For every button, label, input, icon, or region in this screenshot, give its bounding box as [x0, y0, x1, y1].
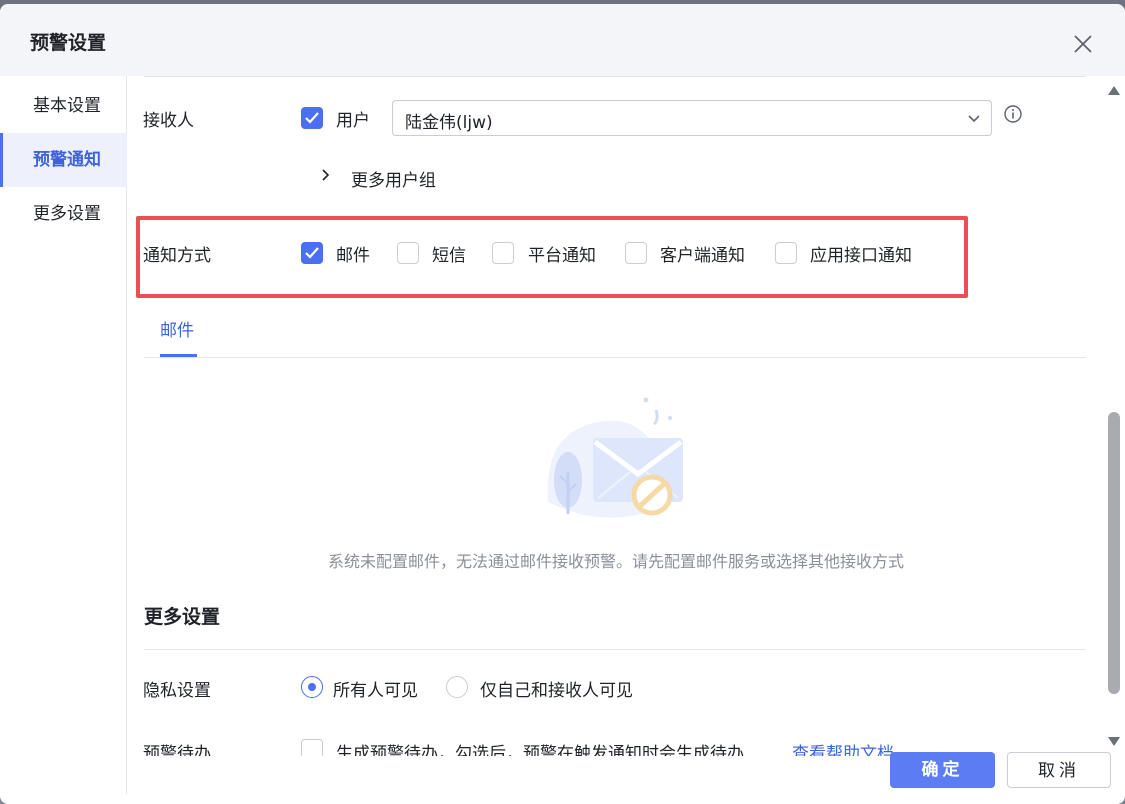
- tab-email[interactable]: 邮件: [160, 316, 194, 341]
- sidebar-item-label: 基本设置: [33, 96, 101, 116]
- api-notification-label: 应用接口通知: [810, 246, 912, 266]
- check-icon: [305, 112, 319, 124]
- sidebar-item-more-settings[interactable]: 更多设置: [0, 187, 127, 241]
- api-notification-checkbox[interactable]: [775, 242, 797, 264]
- sms-option-label: 短信: [432, 246, 466, 266]
- email-checkbox[interactable]: [301, 242, 323, 264]
- close-icon[interactable]: [1072, 33, 1094, 55]
- privacy-label: 隐私设置: [143, 681, 211, 701]
- platform-notification-label: 平台通知: [528, 246, 596, 266]
- client-notification-checkbox[interactable]: [625, 242, 647, 264]
- user-select[interactable]: 陆金伟(ljw): [392, 100, 992, 136]
- receiver-label: 接收人: [143, 111, 194, 131]
- empty-mail-illustration: [547, 397, 683, 518]
- user-checkbox-label: 用户: [336, 111, 370, 131]
- alert-settings-dialog: 预警设置 基本设置 预警通知 更多设置 接收人 用户 陆金伟(ljw) 更多用户…: [0, 4, 1125, 804]
- check-icon: [305, 247, 319, 259]
- scroll-up-arrow-icon[interactable]: [1107, 84, 1121, 96]
- sms-checkbox[interactable]: [397, 242, 419, 264]
- chevron-right-icon[interactable]: [320, 168, 332, 182]
- more-user-groups-toggle[interactable]: 更多用户组: [351, 166, 436, 191]
- more-settings-title: 更多设置: [144, 606, 221, 628]
- divider: [144, 649, 1086, 650]
- cancel-button[interactable]: 取消: [1007, 752, 1111, 788]
- sidebar-nav: 基本设置 预警通知 更多设置: [0, 76, 127, 794]
- divider: [144, 76, 1086, 77]
- privacy-radio-everyone[interactable]: [301, 676, 323, 698]
- notify-method-label: 通知方式: [143, 246, 211, 266]
- chevron-down-icon: [968, 115, 980, 123]
- divider: [144, 357, 1086, 358]
- settings-content: 接收人 用户 陆金伟(ljw) 更多用户组 通知方式 邮件 短信 平台通知 客户…: [128, 76, 1104, 756]
- dialog-footer: 确定 取消: [0, 744, 1125, 804]
- dialog-title: 预警设置: [30, 32, 107, 54]
- client-notification-label: 客户端通知: [660, 246, 745, 266]
- platform-notification-checkbox[interactable]: [492, 242, 514, 264]
- info-icon[interactable]: [1004, 105, 1022, 123]
- user-checkbox[interactable]: [301, 107, 323, 129]
- scrollbar-thumb[interactable]: [1108, 412, 1120, 694]
- sidebar-item-label: 更多设置: [33, 204, 101, 224]
- user-select-value: 陆金伟(ljw): [405, 113, 493, 133]
- privacy-radio-self-receivers[interactable]: [446, 676, 468, 698]
- privacy-option-everyone-label: 所有人可见: [333, 681, 418, 701]
- confirm-button[interactable]: 确定: [890, 752, 995, 788]
- privacy-option-self-receivers-label: 仅自己和接收人可见: [480, 681, 633, 701]
- sidebar-item-label: 预警通知: [33, 150, 101, 170]
- email-option-label: 邮件: [336, 246, 370, 266]
- dialog-header: 预警设置: [0, 4, 1125, 76]
- sidebar-item-alert-notification[interactable]: 预警通知: [0, 133, 127, 187]
- sidebar-item-basic-settings[interactable]: 基本设置: [0, 79, 127, 133]
- empty-state-message: 系统未配置邮件，无法通过邮件接收预警。请先配置邮件服务或选择其他接收方式: [327, 552, 904, 571]
